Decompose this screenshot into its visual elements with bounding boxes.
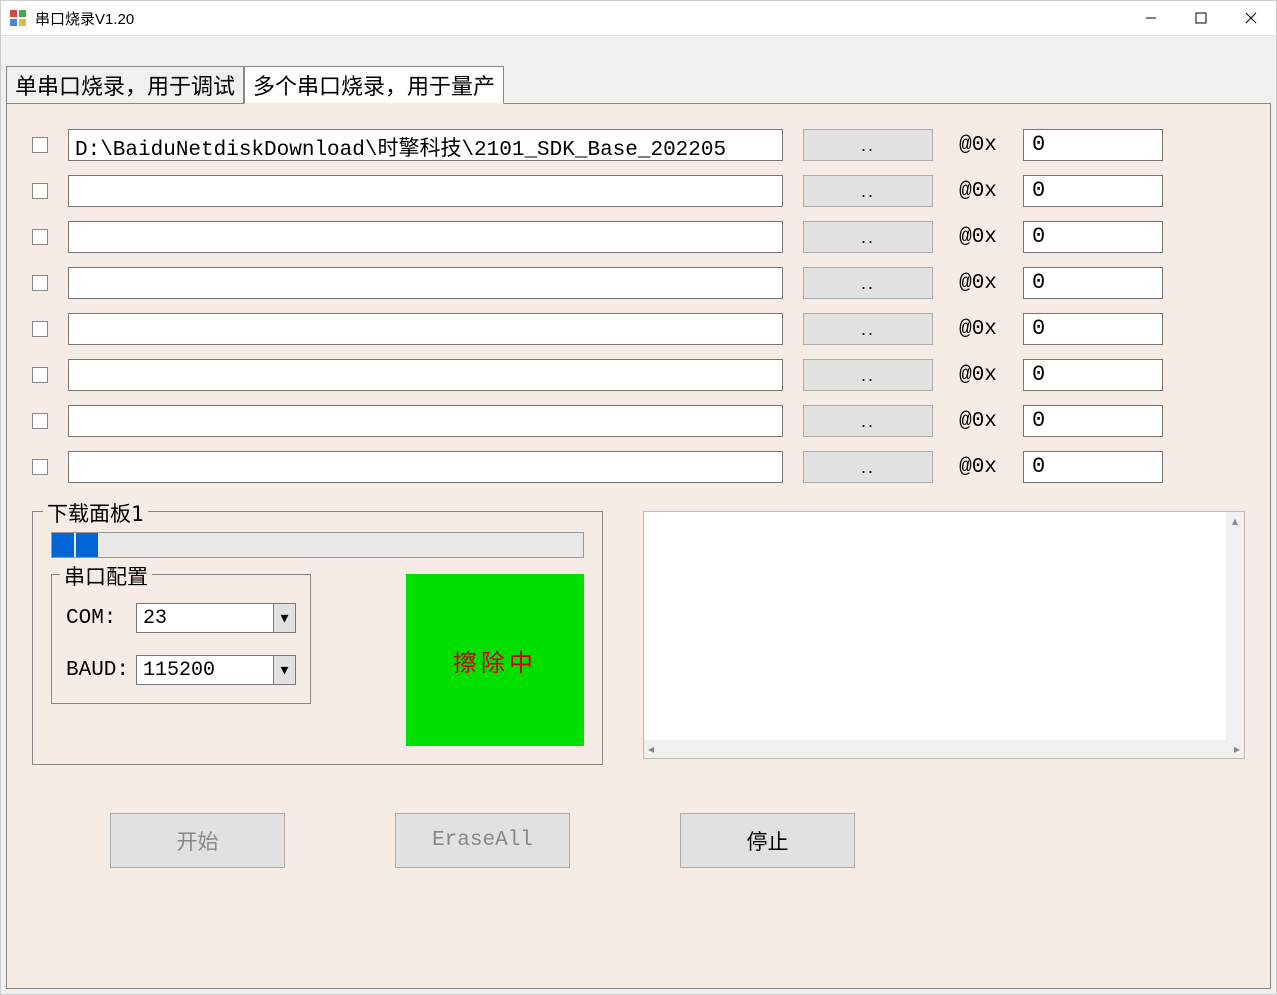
address-input[interactable]: 0 — [1023, 129, 1163, 161]
file-path-input[interactable] — [68, 359, 783, 391]
file-row: .. @0x 0 — [32, 313, 1245, 345]
tabs: 单串口烧录，用于调试 多个串口烧录，用于量产 — [6, 66, 1276, 104]
address-prefix-label: @0x — [953, 364, 1003, 387]
erase-all-button[interactable]: EraseAll — [395, 813, 570, 868]
start-button[interactable]: 开始 — [110, 813, 285, 868]
browse-button[interactable]: .. — [803, 313, 933, 345]
file-row: .. @0x 0 — [32, 451, 1245, 483]
download-panel-group: 下载面板1 串口配置 COM: — [32, 511, 603, 765]
serial-config-group: 串口配置 COM: 23 ▾ BAUD: — [51, 574, 311, 704]
stop-button[interactable]: 停止 — [680, 813, 855, 868]
file-path-input[interactable]: D:\BaiduNetdiskDownload\时擎科技\2101_SDK_Ba… — [68, 129, 783, 161]
scroll-left-icon: ◂ — [648, 742, 654, 756]
com-select[interactable]: 23 ▾ — [136, 603, 296, 633]
status-indicator: 擦除中 — [406, 574, 584, 746]
tab-multi-port[interactable]: 多个串口烧录，用于量产 — [244, 66, 504, 104]
file-enable-checkbox[interactable] — [32, 367, 48, 383]
browse-button[interactable]: .. — [803, 221, 933, 253]
scroll-up-icon: ▴ — [1232, 514, 1238, 528]
browse-button[interactable]: .. — [803, 175, 933, 207]
browse-button[interactable]: .. — [803, 359, 933, 391]
file-enable-checkbox[interactable] — [32, 275, 48, 291]
titlebar: 串口烧录V1.20 — [1, 1, 1276, 36]
browse-button[interactable]: .. — [803, 405, 933, 437]
address-prefix-label: @0x — [953, 456, 1003, 479]
progress-bar — [51, 532, 584, 558]
browse-button[interactable]: .. — [803, 267, 933, 299]
log-output[interactable]: ▴ ◂ ▸ — [643, 511, 1245, 759]
scroll-right-icon: ▸ — [1234, 742, 1240, 756]
minimize-button[interactable] — [1126, 1, 1176, 35]
horizontal-scrollbar[interactable]: ◂ ▸ — [644, 740, 1244, 758]
dropdown-arrow-icon: ▾ — [273, 656, 295, 684]
address-input[interactable]: 0 — [1023, 313, 1163, 345]
file-row: .. @0x 0 — [32, 267, 1245, 299]
address-input[interactable]: 0 — [1023, 175, 1163, 207]
address-prefix-label: @0x — [953, 272, 1003, 295]
file-enable-checkbox[interactable] — [32, 229, 48, 245]
address-input[interactable]: 0 — [1023, 221, 1163, 253]
tab-content: D:\BaiduNetdiskDownload\时擎科技\2101_SDK_Ba… — [6, 103, 1271, 989]
baud-label: BAUD: — [66, 659, 136, 682]
file-row: .. @0x 0 — [32, 221, 1245, 253]
close-button[interactable] — [1226, 1, 1276, 35]
address-prefix-label: @0x — [953, 134, 1003, 157]
com-label: COM: — [66, 607, 136, 630]
address-input[interactable]: 0 — [1023, 267, 1163, 299]
address-prefix-label: @0x — [953, 226, 1003, 249]
baud-value: 115200 — [143, 659, 215, 682]
app-icon — [9, 9, 27, 27]
dropdown-arrow-icon: ▾ — [273, 604, 295, 632]
tab-single-port[interactable]: 单串口烧录，用于调试 — [6, 66, 244, 104]
file-path-input[interactable] — [68, 221, 783, 253]
address-input[interactable]: 0 — [1023, 359, 1163, 391]
window-title: 串口烧录V1.20 — [35, 8, 1126, 29]
address-input[interactable]: 0 — [1023, 451, 1163, 483]
file-row: .. @0x 0 — [32, 405, 1245, 437]
browse-button[interactable]: .. — [803, 129, 933, 161]
address-prefix-label: @0x — [953, 318, 1003, 341]
baud-select[interactable]: 115200 ▾ — [136, 655, 296, 685]
address-input[interactable]: 0 — [1023, 405, 1163, 437]
maximize-button[interactable] — [1176, 1, 1226, 35]
file-path-input[interactable] — [68, 451, 783, 483]
address-prefix-label: @0x — [953, 180, 1003, 203]
file-path-input[interactable] — [68, 175, 783, 207]
file-enable-checkbox[interactable] — [32, 183, 48, 199]
serial-config-title: 串口配置 — [60, 561, 152, 591]
file-path-input[interactable] — [68, 313, 783, 345]
file-row: .. @0x 0 — [32, 359, 1245, 391]
panel-title: 下载面板1 — [43, 498, 148, 528]
browse-button[interactable]: .. — [803, 451, 933, 483]
status-text: 擦除中 — [453, 643, 537, 678]
com-value: 23 — [143, 607, 167, 630]
file-row: D:\BaiduNetdiskDownload\时擎科技\2101_SDK_Ba… — [32, 129, 1245, 161]
file-path-input[interactable] — [68, 267, 783, 299]
file-row: .. @0x 0 — [32, 175, 1245, 207]
file-enable-checkbox[interactable] — [32, 459, 48, 475]
file-enable-checkbox[interactable] — [32, 413, 48, 429]
file-enable-checkbox[interactable] — [32, 137, 48, 153]
vertical-scrollbar[interactable]: ▴ — [1226, 512, 1244, 740]
address-prefix-label: @0x — [953, 410, 1003, 433]
file-path-input[interactable] — [68, 405, 783, 437]
file-enable-checkbox[interactable] — [32, 321, 48, 337]
